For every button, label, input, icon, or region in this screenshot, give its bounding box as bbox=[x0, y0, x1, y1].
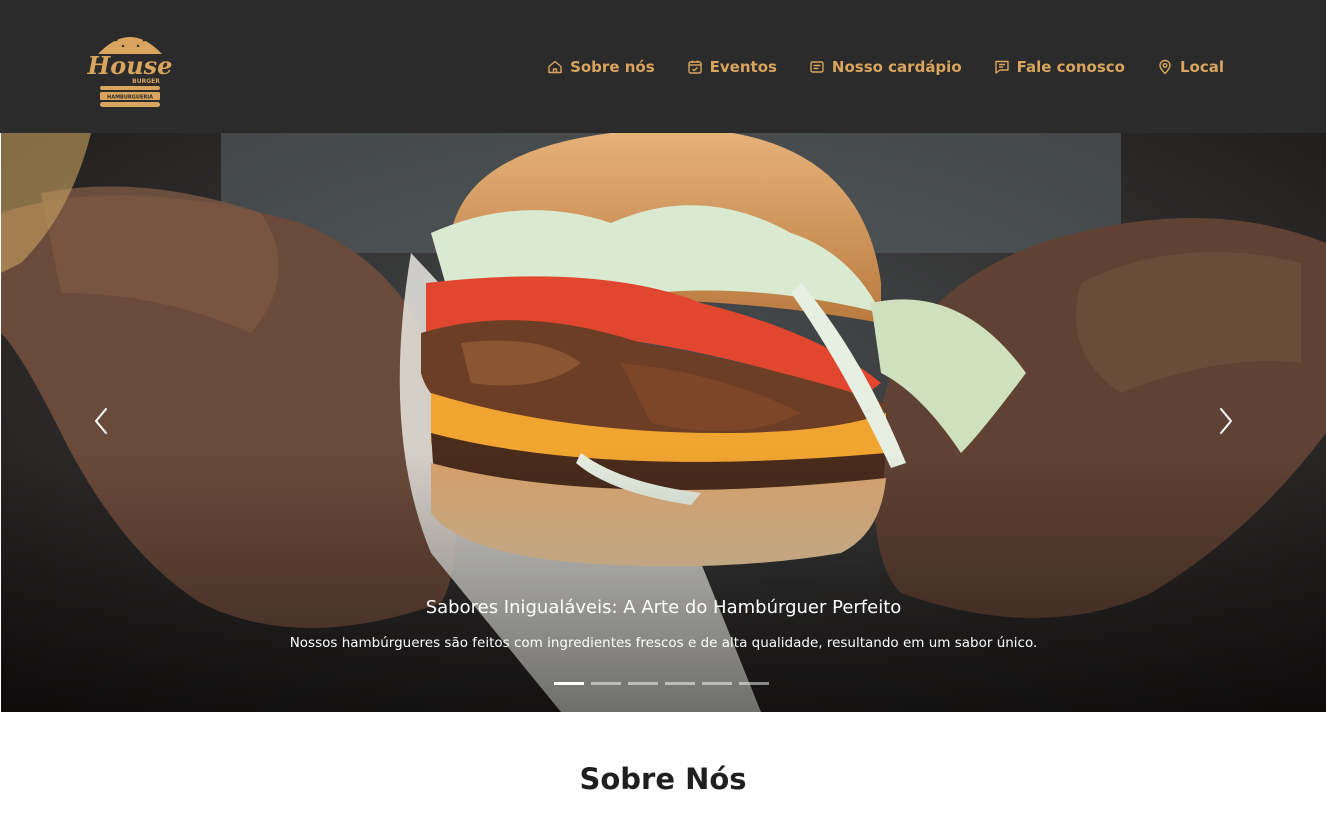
home-icon bbox=[547, 59, 563, 75]
navbar: House BURGER HAMBURGUERIA Sobre nós Even… bbox=[0, 0, 1326, 133]
nav-label: Nosso cardápio bbox=[831, 58, 962, 76]
hero-carousel: Sabores Inigualáveis: A Arte do Hambúrgu… bbox=[1, 133, 1326, 712]
house-burger-logo[interactable]: House BURGER HAMBURGUERIA bbox=[84, 24, 176, 110]
menu-card-icon bbox=[809, 59, 825, 75]
nav-item-fale-conosco[interactable]: Fale conosco bbox=[994, 58, 1125, 76]
carousel-caption-title: Sabores Inigualáveis: A Arte do Hambúrgu… bbox=[425, 597, 902, 618]
logo-sub-text: BURGER bbox=[132, 78, 160, 85]
nav-item-local[interactable]: Local bbox=[1157, 58, 1224, 76]
map-pin-icon bbox=[1157, 59, 1173, 75]
carousel-indicator-1[interactable] bbox=[554, 682, 584, 685]
chevron-left-icon bbox=[95, 408, 107, 434]
nav-label: Eventos bbox=[709, 58, 777, 76]
chat-icon bbox=[994, 59, 1010, 75]
carousel-next-button[interactable] bbox=[1213, 403, 1239, 439]
logo-graphic: House BURGER HAMBURGUERIA bbox=[87, 33, 173, 107]
main-nav: Sobre nós Eventos Nosso cardápio Fale co… bbox=[547, 55, 1224, 79]
section-title-sobre-nos: Sobre Nós bbox=[579, 762, 747, 796]
nav-label: Fale conosco bbox=[1016, 58, 1125, 76]
nav-label: Sobre nós bbox=[570, 58, 655, 76]
logo-tag-text: HAMBURGUERIA bbox=[107, 95, 153, 101]
calendar-check-icon bbox=[687, 59, 703, 75]
carousel-indicators bbox=[554, 682, 769, 685]
nav-label: Local bbox=[1179, 58, 1224, 76]
carousel-indicator-4[interactable] bbox=[665, 682, 695, 685]
nav-item-eventos[interactable]: Eventos bbox=[687, 58, 777, 76]
chevron-right-icon bbox=[1220, 408, 1232, 434]
nav-item-sobre-nos[interactable]: Sobre nós bbox=[547, 58, 655, 76]
carousel-indicator-5[interactable] bbox=[702, 682, 732, 685]
carousel-caption-text: Nossos hambúrgueres são feitos com ingre… bbox=[289, 635, 1038, 651]
hero-overlay bbox=[1, 133, 1326, 712]
logo-main-text: House bbox=[87, 51, 173, 80]
carousel-indicator-6[interactable] bbox=[739, 682, 769, 685]
carousel-indicator-2[interactable] bbox=[591, 682, 621, 685]
carousel-prev-button[interactable] bbox=[88, 403, 114, 439]
carousel-indicator-3[interactable] bbox=[628, 682, 658, 685]
nav-item-nosso-cardapio[interactable]: Nosso cardápio bbox=[809, 58, 962, 76]
